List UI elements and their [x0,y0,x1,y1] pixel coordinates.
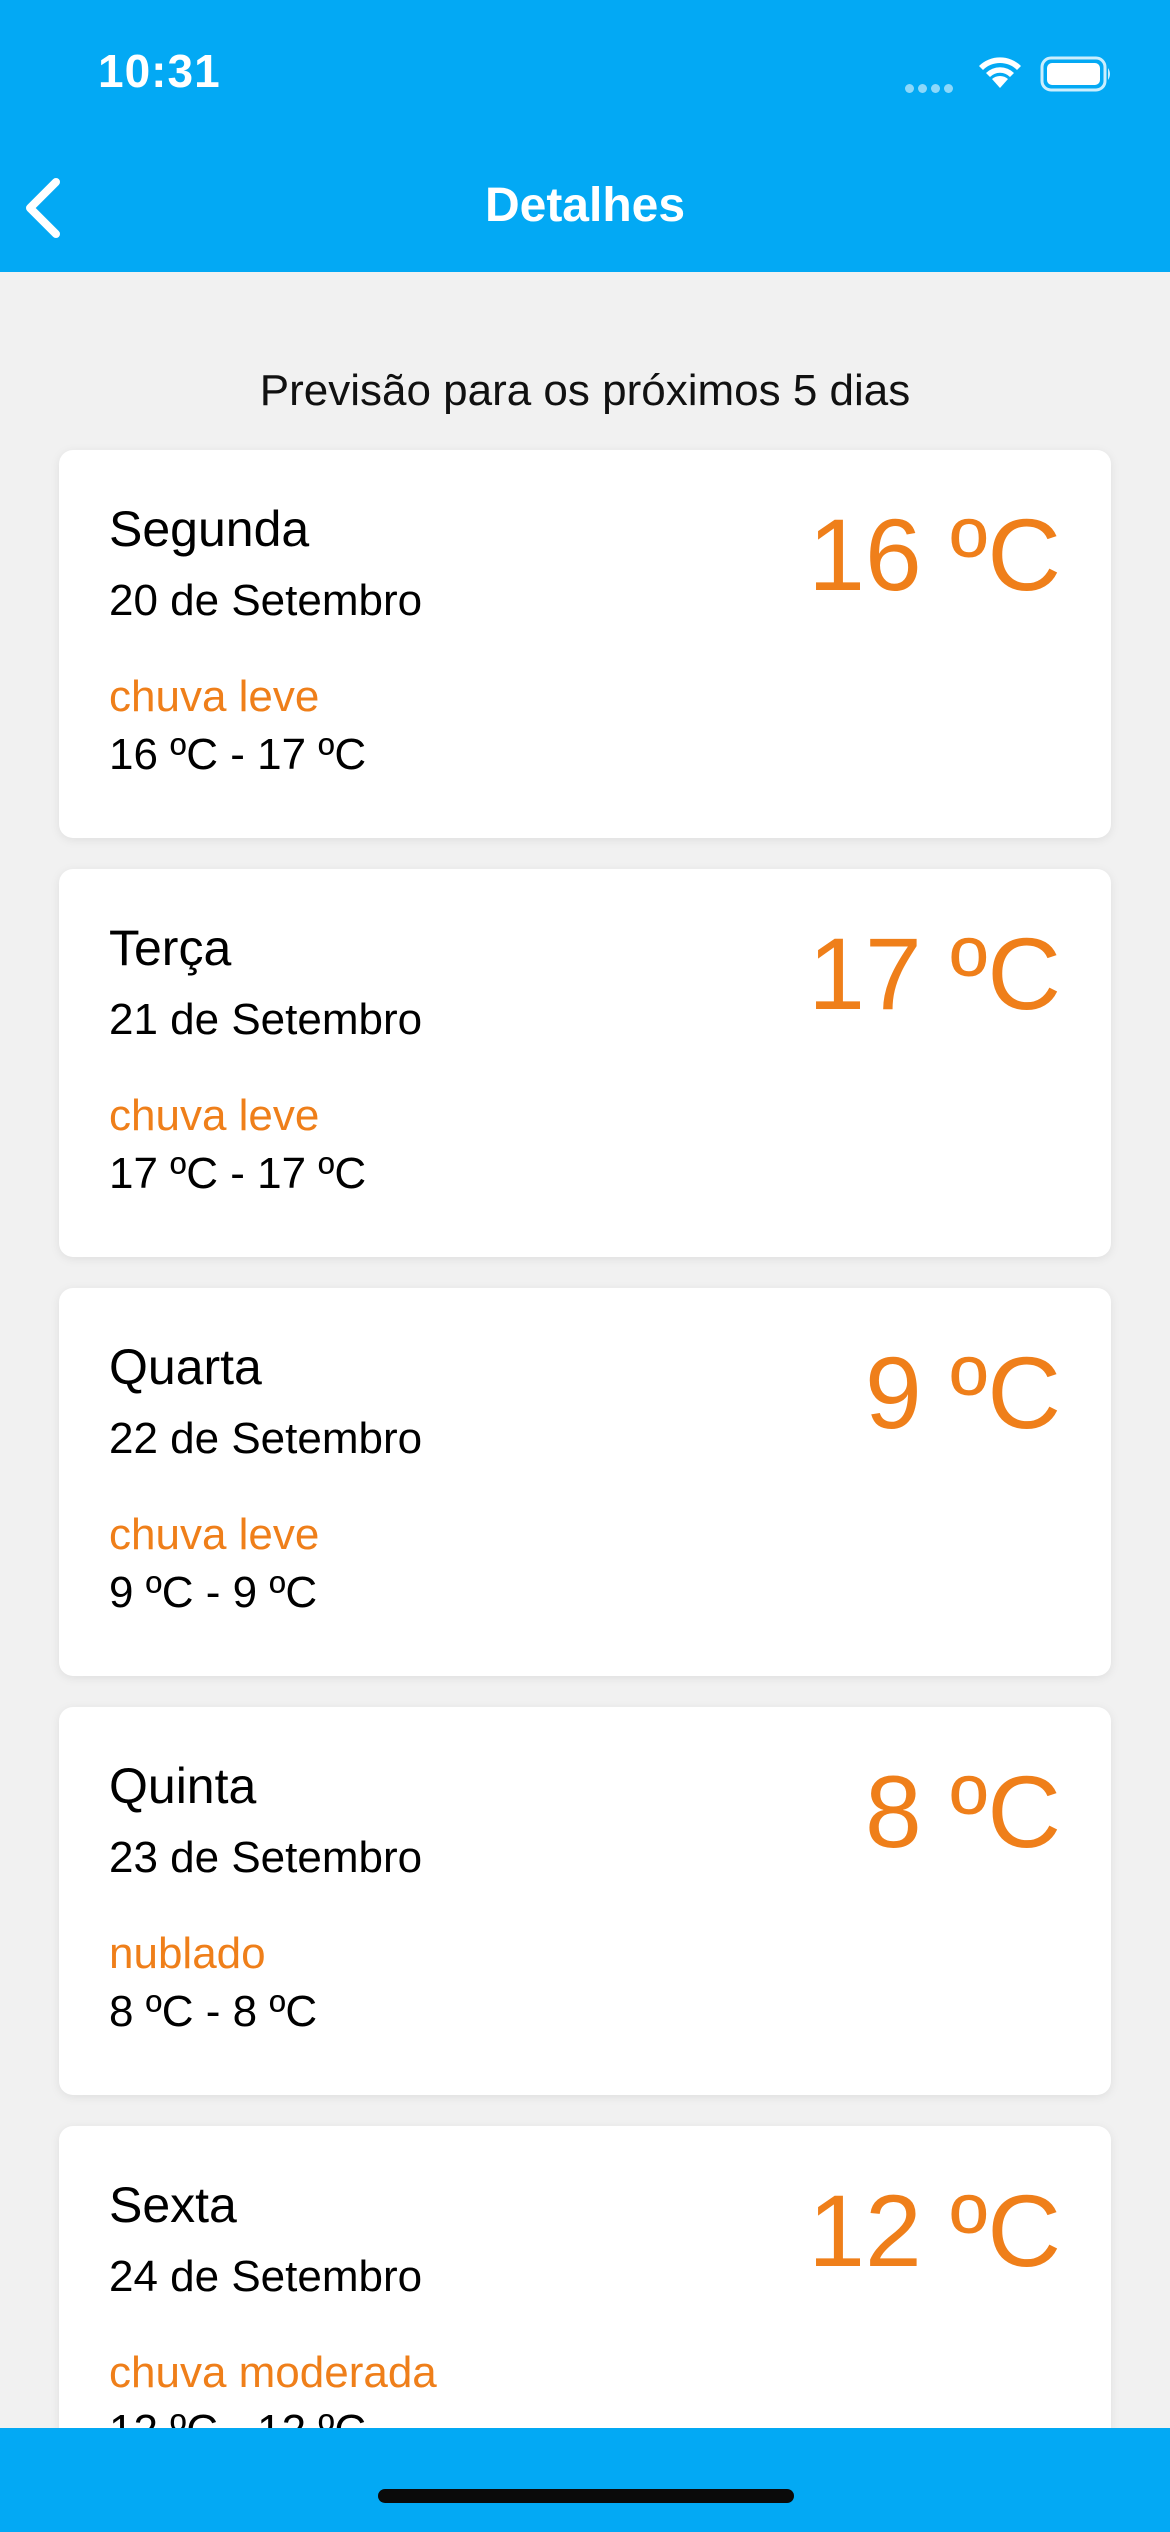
forecast-temperature: 12 ºC [808,2174,1061,2288]
forecast-day: Segunda [109,501,310,557]
forecast-subtitle: Previsão para os próximos 5 dias [259,366,911,415]
forecast-date: 21 de Setembro [109,995,423,1044]
forecast-temperature: 8 ºC [865,1755,1061,1869]
signal-dots-icon [905,80,961,93]
forecast-range: 17 ºC - 17 ºC [109,1149,367,1198]
forecast-temperature: 9 ºC [865,1336,1061,1450]
page-title: Detalhes [484,179,686,232]
forecast-range: 16 ºC - 17 ºC [109,730,367,779]
forecast-range: 8 ºC - 8 ºC [109,1987,318,2036]
forecast-day: Quarta [109,1339,262,1395]
forecast-card[interactable]: Quarta 22 de Setembro chuva leve 9 ºC - … [59,1288,1111,1676]
bottom-bar [0,2428,1170,2532]
forecast-condition: chuva leve [109,1510,320,1559]
forecast-card[interactable]: Quinta 23 de Setembro nublado 8 ºC - 8 º… [59,1707,1111,2095]
forecast-date: 22 de Setembro [109,1414,423,1463]
home-indicator[interactable] [378,2489,794,2503]
forecast-card[interactable]: Terça 21 de Setembro chuva leve 17 ºC - … [59,869,1111,1257]
battery-icon [1040,56,1110,92]
app-header: 10:31 Detalhes [0,0,1170,272]
forecast-condition: chuva moderada [109,2348,437,2397]
forecast-date: 20 de Setembro [109,576,423,625]
forecast-condition: chuva leve [109,1091,320,1140]
forecast-day: Sexta [109,2177,237,2233]
forecast-temperature: 16 ºC [808,498,1061,612]
forecast-temperature: 17 ºC [808,917,1061,1031]
forecast-day: Terça [109,920,232,976]
forecast-condition: nublado [109,1929,266,1978]
forecast-card[interactable]: Segunda 20 de Setembro chuva leve 16 ºC … [59,450,1111,838]
forecast-date: 23 de Setembro [109,1833,423,1882]
forecast-date: 24 de Setembro [109,2252,423,2301]
status-time: 10:31 [98,45,221,97]
forecast-range: 9 ºC - 9 ºC [109,1568,318,1617]
forecast-day: Quinta [109,1758,257,1814]
forecast-condition: chuva leve [109,672,320,721]
wifi-icon [979,57,1021,88]
